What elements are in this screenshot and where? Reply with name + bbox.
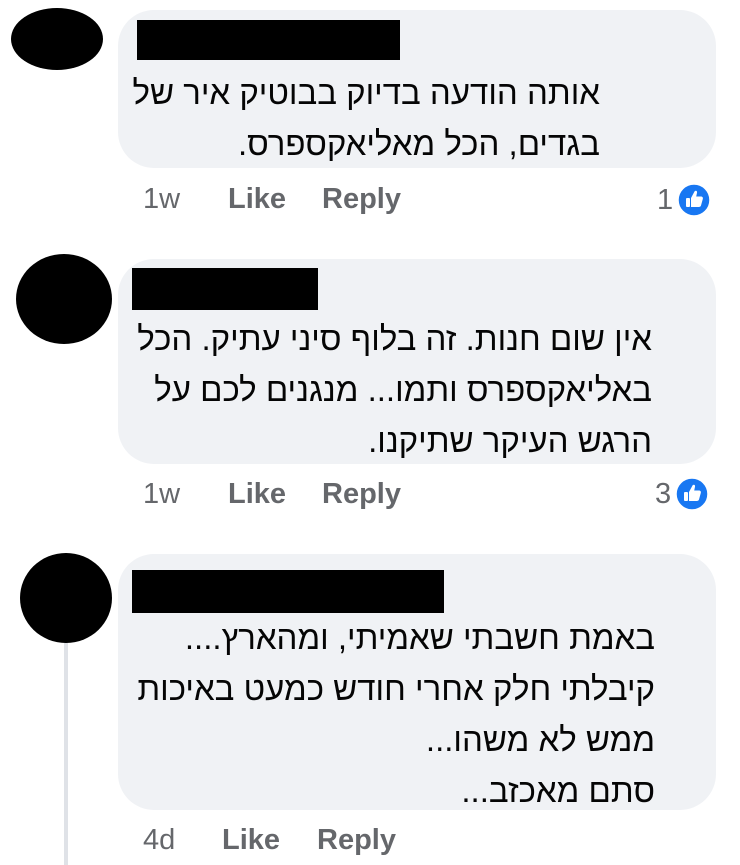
comment-text: אותה הודעה בדיוק בבוטיק איר של בגדים, הכ… — [132, 74, 600, 162]
like-button[interactable]: Like — [228, 478, 286, 511]
comment-actions: 1w Like Reply — [0, 183, 740, 223]
reply-button[interactable]: Reply — [322, 183, 401, 216]
comment-timestamp[interactable]: 1w — [143, 183, 180, 216]
reaction-summary[interactable]: 3 — [655, 474, 709, 514]
redacted-author-name[interactable] — [132, 268, 318, 310]
comment-text: באמת חשבתי שאמיתי, ומהארץ.... קיבלתי חלק… — [137, 619, 655, 809]
avatar[interactable] — [20, 553, 112, 643]
like-button[interactable]: Like — [222, 824, 280, 857]
like-thumbs-up-icon — [675, 477, 709, 511]
like-button[interactable]: Like — [228, 183, 286, 216]
comment-timestamp[interactable]: 1w — [143, 478, 180, 511]
avatar[interactable] — [11, 8, 103, 70]
redacted-author-name[interactable] — [132, 570, 444, 613]
like-thumbs-up-icon — [677, 183, 711, 217]
avatar[interactable] — [16, 254, 112, 344]
reply-button[interactable]: Reply — [322, 478, 401, 511]
reaction-count: 1 — [657, 183, 674, 216]
reaction-count: 3 — [655, 477, 672, 510]
comment-text: אין שום חנות. זה בלוף סיני עתיק. הכל באל… — [137, 320, 652, 459]
redacted-author-name[interactable] — [137, 20, 400, 60]
comment-actions: 4d Like Reply — [0, 824, 740, 864]
comment-actions: 1w Like Reply — [0, 478, 740, 518]
comment-timestamp[interactable]: 4d — [143, 824, 175, 857]
reply-button[interactable]: Reply — [317, 824, 396, 857]
reaction-summary[interactable]: 1 — [657, 180, 711, 220]
